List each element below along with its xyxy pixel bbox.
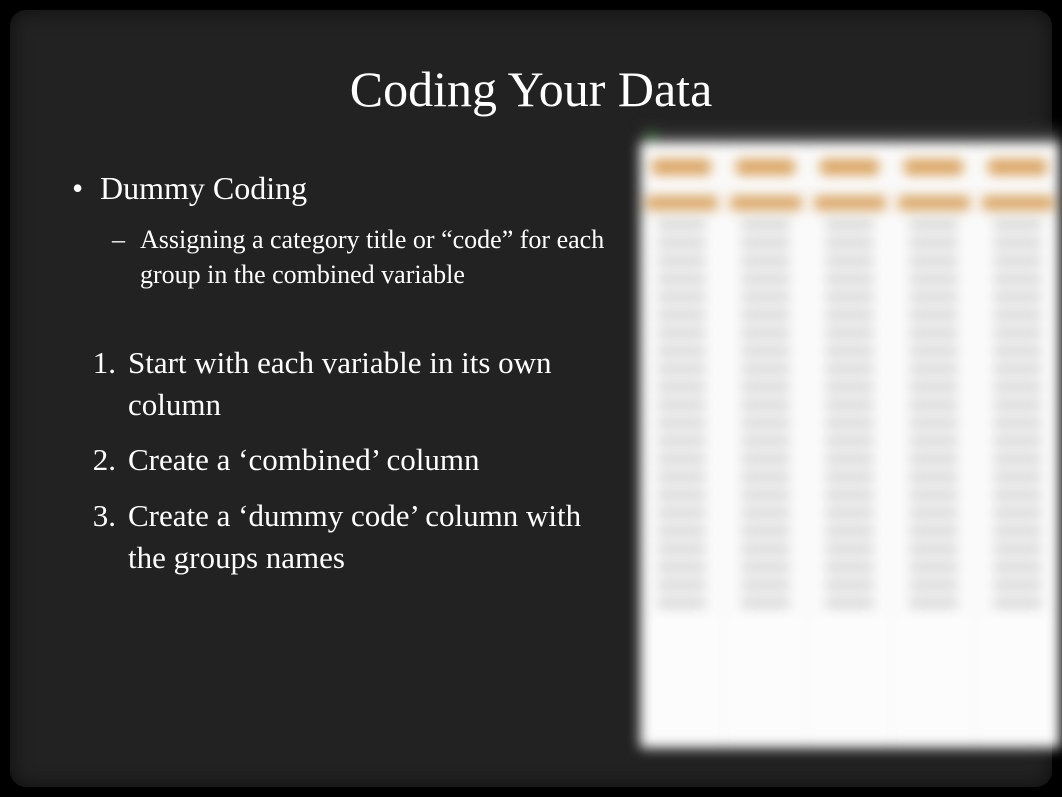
- header-cell: [976, 142, 1060, 191]
- header-cell: [640, 142, 724, 191]
- bullet-main-text: Dummy Coding: [100, 170, 307, 206]
- step-item: Create a ‘combined’ column: [60, 439, 620, 481]
- slide: Coding Your Data Dummy Coding Assigning …: [10, 10, 1052, 787]
- header-cell: [724, 142, 808, 191]
- spreadsheet-col: [892, 216, 976, 748]
- spreadsheet-preview: [640, 128, 1060, 748]
- header-cell: [892, 142, 976, 191]
- text-column: Dummy Coding Assigning a category title …: [60, 168, 620, 593]
- spreadsheet-body: [640, 216, 1060, 748]
- spreadsheet-headers: [640, 142, 1060, 192]
- slide-title: Coding Your Data: [60, 60, 1002, 118]
- bullet-item: Dummy Coding Assigning a category title …: [60, 168, 620, 292]
- spreadsheet-subheaders: [640, 192, 1060, 216]
- sub-bullet-list: Assigning a category title or “code” for…: [100, 222, 620, 292]
- header-cell: [808, 142, 892, 191]
- sub-bullet-item: Assigning a category title or “code” for…: [100, 222, 620, 292]
- step-item: Create a ‘dummy code’ column with the gr…: [60, 495, 620, 579]
- step-item: Start with each variable in its own colu…: [60, 342, 620, 426]
- spreadsheet-col: [976, 216, 1060, 748]
- steps-list: Start with each variable in its own colu…: [60, 342, 620, 579]
- window-dot-icon: [648, 132, 655, 139]
- spreadsheet-col: [724, 216, 808, 748]
- spreadsheet-col: [808, 216, 892, 748]
- spreadsheet-titlebar: [640, 128, 1060, 142]
- image-column: [640, 168, 1002, 593]
- bullet-list: Dummy Coding Assigning a category title …: [60, 168, 620, 292]
- content-row: Dummy Coding Assigning a category title …: [60, 168, 1002, 593]
- spreadsheet-col: [640, 216, 724, 748]
